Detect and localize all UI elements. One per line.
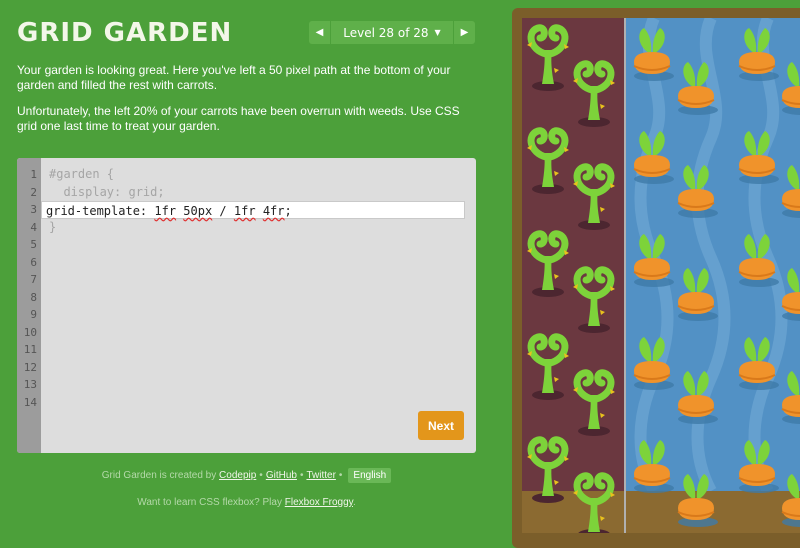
line-number: 12 [23,360,37,374]
froggy-promo: Want to learn CSS flexbox? Play Flexbox … [17,497,476,508]
line-number: 9 [30,308,37,321]
next-level-arrow-button[interactable]: ▶ [453,21,475,44]
previous-level-button[interactable]: ◀ [309,21,331,44]
input-token: 50px [183,204,213,218]
line-number: 14 [23,395,37,409]
carrot-icon [738,337,779,390]
carrot-icon [781,268,800,321]
twitter-link[interactable]: Twitter [306,470,335,481]
carrot-icon [633,131,674,184]
instructions-paragraph-2: Unfortunately, the left 20% of your carr… [17,104,460,133]
line-number: 4 [30,220,37,234]
carrot-icon [677,165,718,218]
carrot-icon [738,28,779,81]
line-number: 3 [30,203,37,216]
line-number: 11 [23,343,37,356]
weed-icon [573,163,615,230]
plants [522,18,800,533]
credits: Grid Garden is created by Codepip • GitHub… [17,468,476,483]
page-title: GRID GARDEN [17,18,233,48]
codepip-link[interactable]: Codepip [219,470,256,481]
carrot-icon [633,28,674,81]
weed-icon [573,266,615,333]
carrot-icon [633,234,674,287]
separator: • [299,470,304,481]
caret-down-icon: ▼ [434,28,441,37]
carrot-icon [677,474,718,527]
carrot-icon [633,440,674,493]
line-number: 6 [30,255,37,269]
css-code-input[interactable]: grid-template: 1fr 50px / 1fr 4fr; [41,201,465,219]
triangle-left-icon: ◀ [315,27,324,38]
credits-text: Grid Garden is created by [101,470,217,481]
carrot-icon [781,371,800,424]
line-number: 5 [30,238,37,251]
input-slash: / [212,204,234,218]
level-nav: ◀ Level 28 of 28 ▼ ▶ [309,21,475,44]
input-token: 1fr [233,204,256,218]
line-number: 2 [30,185,37,199]
line-number: 13 [23,378,37,391]
input-token: 4fr [262,204,285,218]
weed-icon [527,436,569,503]
input-token: 1fr [154,204,177,218]
weed-icon [527,230,569,297]
weed-icon [527,127,569,194]
code-line-1: #garden { [49,167,115,181]
carrot-icon [677,268,718,321]
level-label: Level 28 of 28 [343,25,429,40]
weed-icon [573,472,615,533]
line-number: 7 [30,273,37,286]
next-button[interactable]: Next [418,411,464,440]
weed-icon [573,369,615,436]
garden [522,18,800,533]
carrot-icon [781,165,800,218]
flexbox-froggy-link[interactable]: Flexbox Froggy [285,497,353,508]
carrot-icon [633,337,674,390]
code-line-2: display: grid; [49,185,165,199]
carrot-icon [677,371,718,424]
froggy-end: . [352,497,356,508]
github-link[interactable]: GitHub [266,470,297,481]
code-line-4: } [49,220,57,234]
carrot-icon [738,131,779,184]
carrot-icon [738,440,779,493]
line-number: 10 [23,325,37,339]
weed-icon [527,24,569,91]
line-number: 1 [30,168,37,181]
carrot-icon [781,62,800,115]
weed-icon [527,333,569,400]
line-number: 8 [30,290,37,304]
froggy-text: Want to learn CSS flexbox? Play [137,497,282,508]
weed-icon [573,60,615,127]
input-prefix: grid-template: [46,204,155,218]
separator: • [338,470,343,481]
instructions-paragraph-1: Your garden is looking great. Here you'v… [17,63,451,92]
carrot-icon [677,62,718,115]
level-dropdown[interactable]: Level 28 of 28 ▼ [331,21,453,44]
triangle-right-icon: ▶ [460,27,469,38]
carrot-icon [738,234,779,287]
separator: • [259,470,263,481]
input-suffix: ; [284,204,292,218]
carrot-icon [781,474,800,527]
language-button[interactable]: English [348,468,392,483]
